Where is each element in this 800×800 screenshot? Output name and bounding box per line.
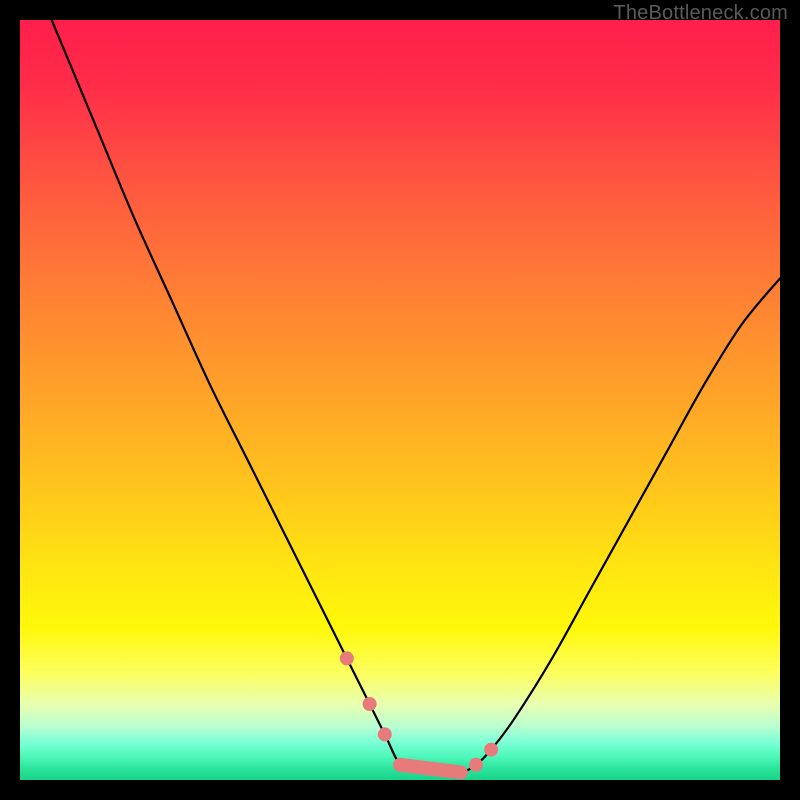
trough-bead: [340, 651, 354, 665]
trough-bead: [484, 743, 498, 757]
trough-bead: [378, 727, 392, 741]
plot-area: [20, 20, 780, 780]
trough-highlight-beads: [340, 651, 498, 772]
trough-flat-segment: [400, 765, 461, 773]
trough-bead: [363, 697, 377, 711]
bottleneck-curve-svg: [20, 20, 780, 780]
bottleneck-curve-line: [20, 20, 780, 773]
trough-bead: [469, 758, 483, 772]
chart-frame: TheBottleneck.com: [0, 0, 800, 800]
